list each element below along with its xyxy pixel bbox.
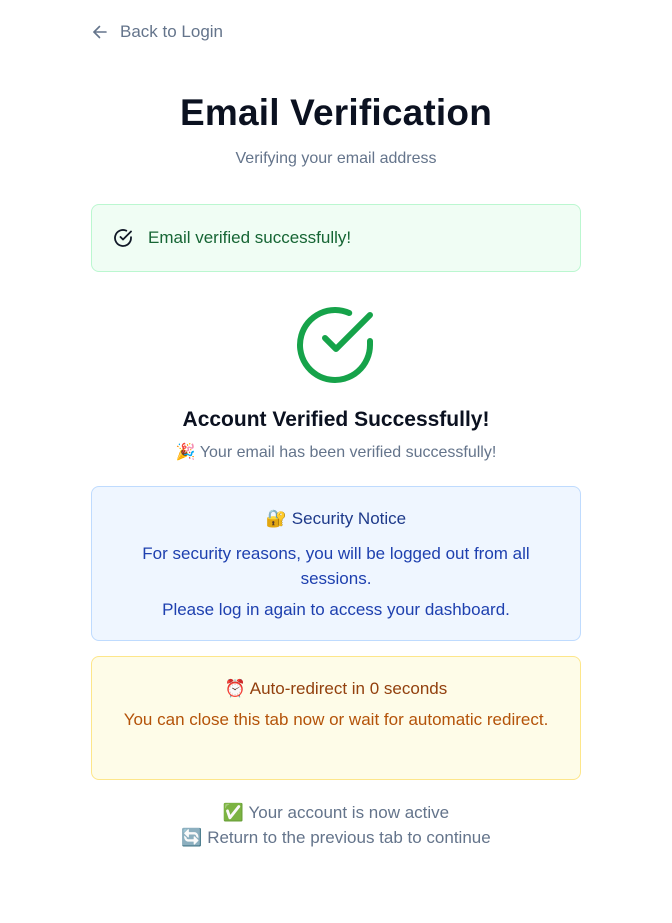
account-active-text: Your account is now active [248, 803, 450, 822]
return-tab-note: 🔄 Return to the previous tab to continue [0, 828, 672, 848]
security-notice-title-text: Security Notice [291, 509, 407, 528]
auto-redirect-title-text: Auto-redirect in 0 seconds [249, 679, 448, 698]
large-check-circle-icon [296, 305, 376, 385]
alarm-clock-icon: ⏰ [224, 679, 246, 699]
arrow-left-icon [92, 24, 108, 40]
account-active-note: ✅ Your account is now active [0, 803, 672, 823]
party-popper-icon: 🎉 [175, 442, 196, 461]
verified-message: 🎉 Your email has been verified successfu… [0, 442, 672, 462]
auto-redirect-text: You can close this tab now or wait for a… [123, 710, 549, 729]
security-notice-text-2: Please log in again to access your dashb… [162, 600, 510, 619]
verified-message-text: Your email has been verified successfull… [199, 444, 497, 461]
lock-key-icon: 🔐 [265, 509, 288, 529]
check-circle-icon [113, 228, 133, 248]
back-to-login-label: Back to Login [120, 22, 224, 41]
check-mark-button-icon: ✅ [222, 803, 245, 823]
auto-redirect-title: ⏰ Auto-redirect in 0 seconds [92, 679, 580, 699]
back-to-login-link[interactable]: Back to Login [92, 22, 223, 42]
security-notice-title: 🔐 Security Notice [92, 509, 580, 529]
success-alert-message: Email verified successfully! [148, 228, 352, 247]
verification-page: Back to Login Email Verification Verifyi… [0, 0, 672, 923]
verified-title: Account Verified Successfully! [182, 408, 490, 431]
auto-redirect-box: ⏰ Auto-redirect in 0 seconds You can clo… [91, 656, 581, 780]
success-alert: Email verified successfully! [91, 204, 581, 272]
refresh-arrows-icon: 🔄 [181, 828, 203, 848]
security-notice-text: For security reasons, you will be logged… [142, 544, 530, 588]
security-notice-box: 🔐 Security Notice For security reasons, … [91, 486, 581, 641]
return-tab-text: Return to the previous tab to continue [207, 828, 491, 847]
page-title: Email Verification [179, 92, 493, 133]
page-subtitle: Verifying your email address [235, 150, 437, 167]
